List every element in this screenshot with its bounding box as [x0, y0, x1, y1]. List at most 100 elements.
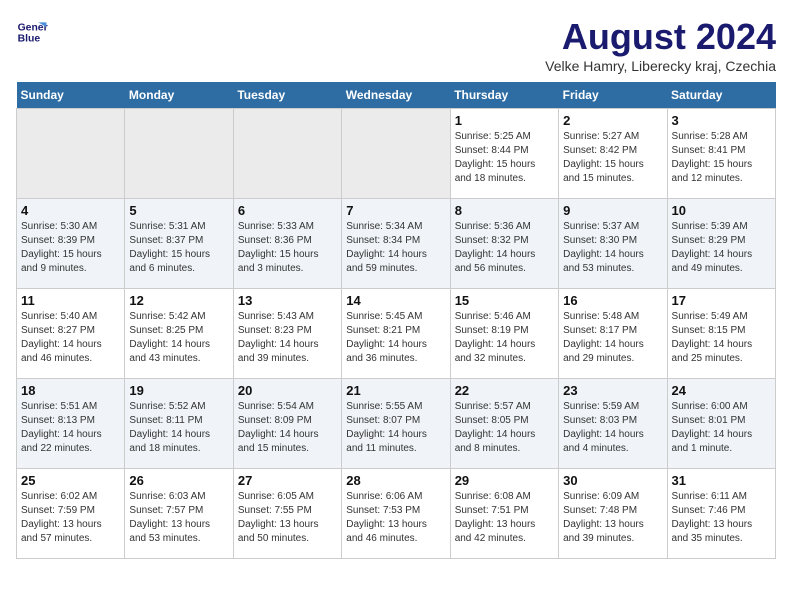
- day-info: Sunrise: 6:08 AMSunset: 7:51 PMDaylight:…: [455, 490, 554, 546]
- calendar-day-cell: 8 Sunrise: 5:36 AMSunset: 8:32 PMDaylight…: [450, 199, 558, 289]
- day-number: 28: [346, 473, 445, 488]
- weekday-header-row: SundayMondayTuesdayWednesdayThursdayFrid…: [17, 82, 776, 109]
- weekday-header-cell: Tuesday: [233, 82, 341, 109]
- day-number: 18: [21, 383, 120, 398]
- weekday-header-cell: Thursday: [450, 82, 558, 109]
- calendar-day-cell: [17, 109, 125, 199]
- calendar-day-cell: 9Sunrise: 5:37 AMSunset: 8:30 PMDaylight…: [559, 199, 667, 289]
- weekday-header-cell: Sunday: [17, 82, 125, 109]
- day-number: 31: [672, 473, 771, 488]
- day-number: 9: [563, 203, 662, 218]
- day-info: Sunrise: 5:42 AMSunset: 8:25 PMDaylight:…: [129, 310, 228, 366]
- day-number: 22: [455, 383, 554, 398]
- calendar-day-cell: 30Sunrise: 6:09 AMSunset: 7:48 PMDayligh…: [559, 469, 667, 559]
- day-number: 6: [238, 203, 337, 218]
- calendar-day-cell: 24 Sunrise: 6:00 AMSunset: 8:01 PMDayligh…: [667, 379, 775, 469]
- calendar-day-cell: [342, 109, 450, 199]
- day-info: Sunrise: 5:25 AMSunset: 8:44 PMDaylight:…: [455, 130, 554, 186]
- calendar-day-cell: 16 Sunrise: 5:48 AMSunset: 8:17 PMDayligh…: [559, 289, 667, 379]
- calendar-day-cell: 25Sunrise: 6:02 AMSunset: 7:59 PMDayligh…: [17, 469, 125, 559]
- day-number: 5: [129, 203, 228, 218]
- day-info: Sunrise: 5:48 AMSunset: 8:17 PMDaylight:…: [563, 310, 662, 366]
- day-number: 15: [455, 293, 554, 308]
- calendar-body: 1Sunrise: 5:25 AMSunset: 8:44 PMDaylight…: [17, 109, 776, 559]
- day-info: Sunrise: 5:39 AMSunset: 8:29 PMDaylight:…: [672, 220, 771, 276]
- calendar-day-cell: 28 Sunrise: 6:06 AMSunset: 7:53 PMDayligh…: [342, 469, 450, 559]
- day-info: Sunrise: 6:00 AMSunset: 8:01 PMDaylight:…: [672, 400, 771, 456]
- day-number: 20: [238, 383, 337, 398]
- day-info: Sunrise: 5:31 AMSunset: 8:37 PMDaylight:…: [129, 220, 228, 276]
- day-info: Sunrise: 5:27 AMSunset: 8:42 PMDaylight:…: [563, 130, 662, 186]
- day-number: 24: [672, 383, 771, 398]
- day-number: 29: [455, 473, 554, 488]
- day-info: Sunrise: 5:28 AMSunset: 8:41 PMDaylight:…: [672, 130, 771, 186]
- calendar-day-cell: 5 Sunrise: 5:31 AMSunset: 8:37 PMDaylight…: [125, 199, 233, 289]
- day-info: Sunrise: 5:51 AMSunset: 8:13 PMDaylight:…: [21, 400, 120, 456]
- calendar-day-cell: 23 Sunrise: 5:59 AMSunset: 8:03 PMDayligh…: [559, 379, 667, 469]
- calendar-day-cell: 27Sunrise: 6:05 AMSunset: 7:55 PMDayligh…: [233, 469, 341, 559]
- day-number: 4: [21, 203, 120, 218]
- day-number: 21: [346, 383, 445, 398]
- day-info: Sunrise: 5:45 AMSunset: 8:21 PMDaylight:…: [346, 310, 445, 366]
- calendar-day-cell: 10 Sunrise: 5:39 AMSunset: 8:29 PMDayligh…: [667, 199, 775, 289]
- calendar-day-cell: 20 Sunrise: 5:54 AMSunset: 8:09 PMDayligh…: [233, 379, 341, 469]
- calendar-day-cell: 26Sunrise: 6:03 AMSunset: 7:57 PMDayligh…: [125, 469, 233, 559]
- day-info: Sunrise: 6:02 AMSunset: 7:59 PMDaylight:…: [21, 490, 120, 546]
- weekday-header-cell: Monday: [125, 82, 233, 109]
- title-block: August 2024 Velke Hamry, Liberecky kraj,…: [545, 16, 776, 74]
- day-number: 23: [563, 383, 662, 398]
- day-number: 16: [563, 293, 662, 308]
- day-number: 30: [563, 473, 662, 488]
- day-number: 8: [455, 203, 554, 218]
- logo: General Blue: [16, 16, 48, 48]
- day-number: 3: [672, 113, 771, 128]
- day-info: Sunrise: 5:36 AMSunset: 8:32 PMDaylight:…: [455, 220, 554, 276]
- day-number: 13: [238, 293, 337, 308]
- day-info: Sunrise: 6:03 AMSunset: 7:57 PMDaylight:…: [129, 490, 228, 546]
- calendar-week-row: 11Sunrise: 5:40 AMSunset: 8:27 PMDayligh…: [17, 289, 776, 379]
- calendar-day-cell: 1Sunrise: 5:25 AMSunset: 8:44 PMDaylight…: [450, 109, 558, 199]
- day-info: Sunrise: 5:59 AMSunset: 8:03 PMDaylight:…: [563, 400, 662, 456]
- day-number: 11: [21, 293, 120, 308]
- day-number: 2: [563, 113, 662, 128]
- calendar-week-row: 25Sunrise: 6:02 AMSunset: 7:59 PMDayligh…: [17, 469, 776, 559]
- calendar-day-cell: 3 Sunrise: 5:28 AMSunset: 8:41 PMDaylight…: [667, 109, 775, 199]
- day-info: Sunrise: 5:57 AMSunset: 8:05 PMDaylight:…: [455, 400, 554, 456]
- day-info: Sunrise: 6:06 AMSunset: 7:53 PMDaylight:…: [346, 490, 445, 546]
- day-info: Sunrise: 5:55 AMSunset: 8:07 PMDaylight:…: [346, 400, 445, 456]
- calendar-day-cell: [233, 109, 341, 199]
- svg-text:Blue: Blue: [18, 34, 41, 45]
- day-number: 7: [346, 203, 445, 218]
- calendar-day-cell: 6Sunrise: 5:33 AMSunset: 8:36 PMDaylight…: [233, 199, 341, 289]
- weekday-header-cell: Friday: [559, 82, 667, 109]
- day-info: Sunrise: 6:11 AMSunset: 7:46 PMDaylight:…: [672, 490, 771, 546]
- day-info: Sunrise: 5:46 AMSunset: 8:19 PMDaylight:…: [455, 310, 554, 366]
- calendar-day-cell: 29 Sunrise: 6:08 AMSunset: 7:51 PMDayligh…: [450, 469, 558, 559]
- calendar-day-cell: 4 Sunrise: 5:30 AMSunset: 8:39 PMDaylight…: [17, 199, 125, 289]
- calendar-day-cell: 31 Sunrise: 6:11 AMSunset: 7:46 PMDayligh…: [667, 469, 775, 559]
- day-number: 10: [672, 203, 771, 218]
- calendar-week-row: 4 Sunrise: 5:30 AMSunset: 8:39 PMDaylight…: [17, 199, 776, 289]
- page-header: General Blue August 2024 Velke Hamry, Li…: [16, 16, 776, 74]
- day-info: Sunrise: 5:54 AMSunset: 8:09 PMDaylight:…: [238, 400, 337, 456]
- day-info: Sunrise: 5:30 AMSunset: 8:39 PMDaylight:…: [21, 220, 120, 276]
- calendar-day-cell: 2 Sunrise: 5:27 AMSunset: 8:42 PMDaylight…: [559, 109, 667, 199]
- day-number: 19: [129, 383, 228, 398]
- day-number: 12: [129, 293, 228, 308]
- calendar-day-cell: 19Sunrise: 5:52 AMSunset: 8:11 PMDayligh…: [125, 379, 233, 469]
- calendar-day-cell: 22 Sunrise: 5:57 AMSunset: 8:05 PMDayligh…: [450, 379, 558, 469]
- calendar-day-cell: 21 Sunrise: 5:55 AMSunset: 8:07 PMDayligh…: [342, 379, 450, 469]
- calendar-day-cell: 12 Sunrise: 5:42 AMSunset: 8:25 PMDayligh…: [125, 289, 233, 379]
- day-info: Sunrise: 5:49 AMSunset: 8:15 PMDaylight:…: [672, 310, 771, 366]
- weekday-header-cell: Saturday: [667, 82, 775, 109]
- calendar-day-cell: 14 Sunrise: 5:45 AMSunset: 8:21 PMDayligh…: [342, 289, 450, 379]
- page-subtitle: Velke Hamry, Liberecky kraj, Czechia: [545, 58, 776, 74]
- calendar-week-row: 1Sunrise: 5:25 AMSunset: 8:44 PMDaylight…: [17, 109, 776, 199]
- calendar-table: SundayMondayTuesdayWednesdayThursdayFrid…: [16, 82, 776, 559]
- day-info: Sunrise: 5:34 AMSunset: 8:34 PMDaylight:…: [346, 220, 445, 276]
- day-number: 14: [346, 293, 445, 308]
- calendar-day-cell: 15 Sunrise: 5:46 AMSunset: 8:19 PMDayligh…: [450, 289, 558, 379]
- calendar-day-cell: [125, 109, 233, 199]
- calendar-day-cell: 7 Sunrise: 5:34 AMSunset: 8:34 PMDaylight…: [342, 199, 450, 289]
- calendar-day-cell: 13Sunrise: 5:43 AMSunset: 8:23 PMDayligh…: [233, 289, 341, 379]
